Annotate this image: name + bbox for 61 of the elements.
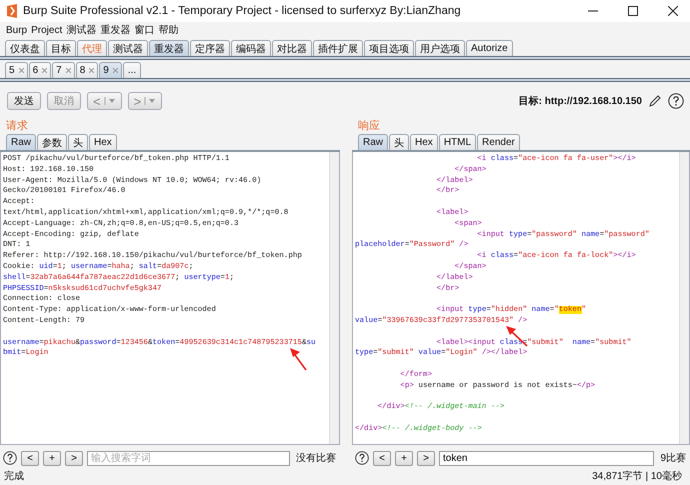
message-editor[interactable]: [0, 152, 340, 445]
tab[interactable]: 插件扩展: [313, 40, 363, 56]
tab[interactable]: 参数: [37, 134, 68, 150]
help-icon[interactable]: [355, 451, 369, 465]
tab[interactable]: 8: [76, 62, 98, 78]
tab[interactable]: 头: [389, 134, 410, 150]
pane-title: 响应: [357, 118, 381, 134]
window-title: Burp Suite Professional v2.1 - Temporary Project - licensed to surferxyz By:LianZhang: [23, 5, 461, 17]
response-stats: 34,871字节 | 10毫秒: [592, 470, 682, 483]
tab[interactable]: Hex: [410, 134, 438, 150]
tab[interactable]: Raw: [358, 134, 388, 150]
status-text: 完成: [4, 470, 24, 483]
menu-item[interactable]: 重发器: [100, 23, 130, 37]
next-match-button[interactable]: >: [417, 450, 435, 466]
maximize-icon[interactable]: [628, 6, 638, 16]
scrollbar[interactable]: [329, 152, 339, 444]
tab[interactable]: 9: [99, 62, 122, 78]
tab[interactable]: 项目选项: [364, 40, 414, 56]
tab[interactable]: 5: [5, 62, 28, 78]
menu-item[interactable]: 帮助: [158, 23, 178, 37]
match-count: 没有比赛: [295, 452, 337, 465]
next-match-button[interactable]: >: [65, 450, 83, 466]
tab[interactable]: 对比器: [272, 40, 312, 56]
send-button[interactable]: 发送: [7, 92, 41, 110]
tab[interactable]: Raw: [6, 134, 36, 150]
match-count: 9比赛: [659, 452, 687, 465]
search-field[interactable]: 输入搜索字词: [87, 450, 290, 466]
tab[interactable]: 头: [68, 134, 88, 150]
tab[interactable]: 仪表盘: [5, 40, 45, 56]
tab[interactable]: 6: [28, 62, 52, 78]
pencil-icon[interactable]: [648, 94, 662, 108]
add-button[interactable]: +: [43, 450, 61, 466]
menu-item[interactable]: 测试器: [66, 23, 96, 37]
tab[interactable]: 测试器: [108, 40, 148, 56]
help-icon[interactable]: [3, 451, 17, 465]
scrollbar[interactable]: [679, 152, 689, 444]
menu-item[interactable]: Project: [31, 24, 62, 36]
tab[interactable]: 7: [52, 62, 75, 78]
previous-match-button[interactable]: <: [373, 450, 391, 466]
tab[interactable]: 定序器: [190, 40, 230, 56]
help-icon[interactable]: [668, 93, 684, 109]
message-editor[interactable]: [352, 152, 690, 445]
tab[interactable]: Render: [477, 134, 520, 150]
app-logo-icon: [6, 4, 18, 18]
tab[interactable]: Hex: [89, 134, 117, 150]
menu-item[interactable]: Burp: [6, 24, 28, 36]
more-tabs-tab[interactable]: ...: [122, 62, 142, 78]
tab[interactable]: 编码器: [231, 40, 271, 56]
target-label: 目标: http://192.168.10.150: [518, 94, 642, 108]
close-icon[interactable]: [668, 6, 678, 16]
tab[interactable]: 目标: [46, 40, 76, 56]
arrow-annotation: [290, 348, 307, 370]
tab[interactable]: HTML: [438, 134, 476, 150]
search-field[interactable]: token: [439, 450, 654, 466]
menu-item[interactable]: 窗口: [134, 23, 154, 37]
previous-match-button[interactable]: <: [21, 450, 39, 466]
tab[interactable]: 用户选项: [415, 40, 465, 56]
tab[interactable]: Autorize: [466, 40, 513, 56]
tab[interactable]: 重发器: [149, 40, 189, 56]
pane-title: 请求: [5, 119, 29, 134]
add-button[interactable]: +: [395, 450, 413, 466]
